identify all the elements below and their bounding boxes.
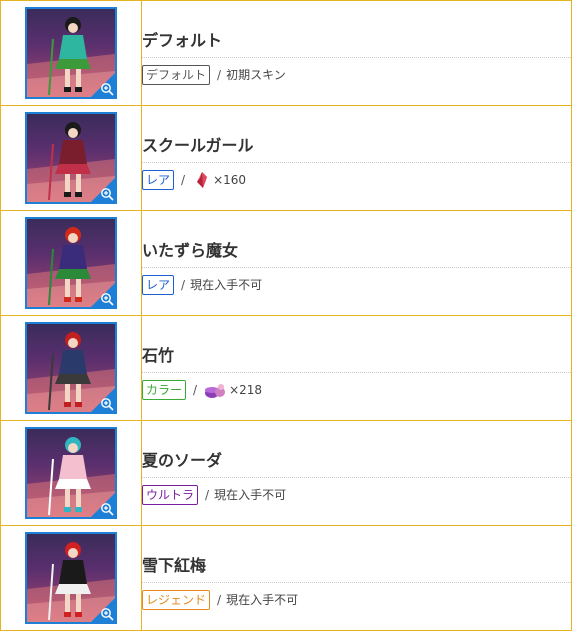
- skin-table-body: デフォルト デフォルト / 初期スキン スクールガール レア / ×160 いた…: [0, 0, 572, 631]
- skin-table: デフォルト デフォルト / 初期スキン スクールガール レア / ×160 いた…: [0, 0, 572, 631]
- zoom-in-icon[interactable]: [100, 187, 114, 201]
- separator: /: [217, 67, 222, 82]
- thumb-cell: [0, 525, 142, 631]
- skin-name: スクールガール: [142, 126, 571, 163]
- skin-meta: レア / 現在入手不可: [142, 274, 571, 296]
- zoom-in-icon[interactable]: [100, 502, 114, 516]
- rarity-badge: カラー: [142, 379, 187, 400]
- skin-name: 夏のソーダ: [142, 441, 571, 478]
- skin-name: 雪下紅梅: [142, 546, 571, 583]
- skin-name: 石竹: [142, 336, 571, 373]
- skin-thumbnail[interactable]: [25, 7, 117, 99]
- availability-note: 現在入手不可: [214, 488, 287, 502]
- cost-quantity: ×160: [213, 172, 247, 187]
- info-cell: 夏のソーダ ウルトラ / 現在入手不可: [141, 420, 572, 526]
- skin-thumbnail[interactable]: [25, 112, 117, 204]
- skin-meta: デフォルト / 初期スキン: [142, 64, 571, 86]
- separator: /: [217, 592, 222, 607]
- rarity-badge: ウルトラ: [142, 484, 199, 505]
- skin-name: いたずら魔女: [142, 231, 571, 268]
- info-cell: いたずら魔女 レア / 現在入手不可: [141, 210, 572, 316]
- skin-thumbnail[interactable]: [25, 217, 117, 309]
- skin-row: スクールガール レア / ×160: [0, 105, 572, 211]
- thumb-cell: [0, 315, 142, 421]
- rarity-badge: レア: [142, 274, 175, 295]
- rarity-badge: レア: [142, 169, 175, 190]
- zoom-in-icon[interactable]: [100, 292, 114, 306]
- info-cell: 石竹 カラー / ×218: [141, 315, 572, 421]
- ruby-gem-icon: [197, 171, 208, 188]
- cost-quantity: ×218: [229, 382, 263, 397]
- thumb-cell: [0, 420, 142, 526]
- skin-row: 石竹 カラー / ×218: [0, 315, 572, 421]
- skin-meta: カラー / ×218: [142, 379, 571, 401]
- info-cell: デフォルト デフォルト / 初期スキン: [141, 0, 572, 106]
- rarity-badge: レジェンド: [142, 589, 211, 610]
- skin-row: 夏のソーダ ウルトラ / 現在入手不可: [0, 420, 572, 526]
- thumb-cell: [0, 105, 142, 211]
- separator: /: [193, 382, 198, 397]
- info-cell: 雪下紅梅 レジェンド / 現在入手不可: [141, 525, 572, 631]
- skin-meta: レア / ×160: [142, 169, 571, 191]
- skin-row: いたずら魔女 レア / 現在入手不可: [0, 210, 572, 316]
- dye-pot-icon: [205, 383, 226, 398]
- availability-note: 現在入手不可: [190, 278, 263, 292]
- skin-row: 雪下紅梅 レジェンド / 現在入手不可: [0, 525, 572, 631]
- thumb-cell: [0, 210, 142, 316]
- availability-note: 現在入手不可: [226, 593, 299, 607]
- skin-meta: レジェンド / 現在入手不可: [142, 589, 571, 611]
- thumb-cell: [0, 0, 142, 106]
- skin-thumbnail[interactable]: [25, 532, 117, 624]
- skin-thumbnail[interactable]: [25, 322, 117, 414]
- separator: /: [181, 277, 186, 292]
- separator: /: [205, 487, 210, 502]
- skin-name: デフォルト: [142, 21, 571, 58]
- skin-row: デフォルト デフォルト / 初期スキン: [0, 0, 572, 106]
- availability-note: 初期スキン: [226, 68, 286, 82]
- zoom-in-icon[interactable]: [100, 607, 114, 621]
- zoom-in-icon[interactable]: [100, 397, 114, 411]
- skin-meta: ウルトラ / 現在入手不可: [142, 484, 571, 506]
- info-cell: スクールガール レア / ×160: [141, 105, 572, 211]
- zoom-in-icon[interactable]: [100, 82, 114, 96]
- skin-thumbnail[interactable]: [25, 427, 117, 519]
- separator: /: [181, 172, 186, 187]
- rarity-badge: デフォルト: [142, 64, 211, 85]
